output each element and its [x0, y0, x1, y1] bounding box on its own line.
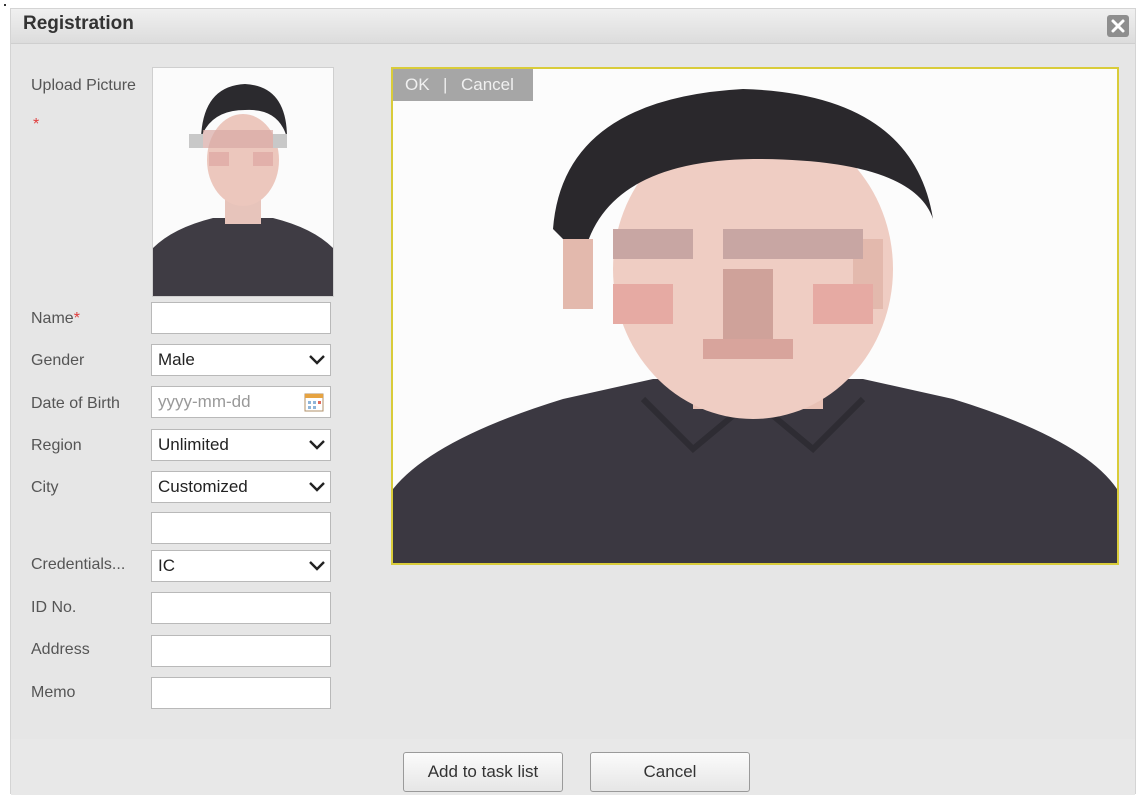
region-value: Unlimited: [158, 435, 229, 454]
chevron-down-icon: [308, 352, 326, 372]
city-custom-field[interactable]: [151, 512, 331, 544]
city-value: Customized: [158, 477, 248, 496]
upload-picture-thumbnail[interactable]: [152, 67, 334, 297]
name-label-text: Name: [31, 310, 74, 327]
crop-toolbar: OK | Cancel: [393, 69, 533, 101]
name-field[interactable]: [151, 302, 331, 334]
address-input[interactable]: [152, 636, 330, 666]
name-label: Name*: [31, 310, 80, 328]
upload-required-mark: *: [33, 116, 40, 133]
city-label: City: [31, 479, 59, 496]
chevron-down-icon: [308, 437, 326, 457]
credentials-select[interactable]: IC: [151, 550, 331, 582]
name-required-mark: *: [73, 310, 80, 327]
address-label: Address: [31, 641, 90, 658]
gender-select[interactable]: Male: [151, 344, 331, 376]
gender-value: Male: [158, 350, 195, 369]
date-of-birth-field[interactable]: [151, 386, 331, 418]
chevron-down-icon: [308, 558, 326, 578]
region-select[interactable]: Unlimited: [151, 429, 331, 461]
close-icon[interactable]: [1107, 15, 1129, 37]
title-bar: Registration: [11, 9, 1135, 44]
dialog-title: Registration: [23, 13, 134, 34]
city-custom-input[interactable]: [152, 513, 330, 543]
person-photo-large: [393, 69, 1117, 563]
credentials-value: IC: [158, 556, 175, 575]
memo-label: Memo: [31, 684, 76, 701]
photo-crop-area[interactable]: OK | Cancel: [391, 67, 1119, 565]
memo-input[interactable]: [152, 678, 330, 708]
name-input[interactable]: [152, 303, 330, 333]
stray-dot: [4, 4, 6, 6]
crop-separator: |: [443, 75, 448, 94]
address-field[interactable]: [151, 635, 331, 667]
crop-ok-button[interactable]: OK: [405, 75, 430, 95]
credentials-label: Credentials...: [31, 556, 126, 573]
crop-cancel-button[interactable]: Cancel: [461, 75, 514, 95]
chevron-down-icon: [308, 479, 326, 499]
id-no-input[interactable]: [152, 593, 330, 623]
dialog-footer: Add to task list Cancel: [11, 739, 1135, 795]
dob-label: Date of Birth: [31, 395, 120, 412]
memo-field[interactable]: [151, 677, 331, 709]
region-label: Region: [31, 437, 82, 454]
person-photo-thumbnail: [153, 68, 333, 296]
id-no-label: ID No.: [31, 599, 77, 616]
id-no-field[interactable]: [151, 592, 331, 624]
gender-label: Gender: [31, 352, 85, 369]
cancel-button[interactable]: Cancel: [590, 752, 750, 792]
registration-dialog: Registration Upload Picture * Name* Gend…: [10, 8, 1136, 795]
add-to-task-list-button[interactable]: Add to task list: [403, 752, 563, 792]
city-select[interactable]: Customized: [151, 471, 331, 503]
upload-picture-label: Upload Picture: [31, 77, 136, 94]
calendar-icon[interactable]: [304, 392, 324, 417]
